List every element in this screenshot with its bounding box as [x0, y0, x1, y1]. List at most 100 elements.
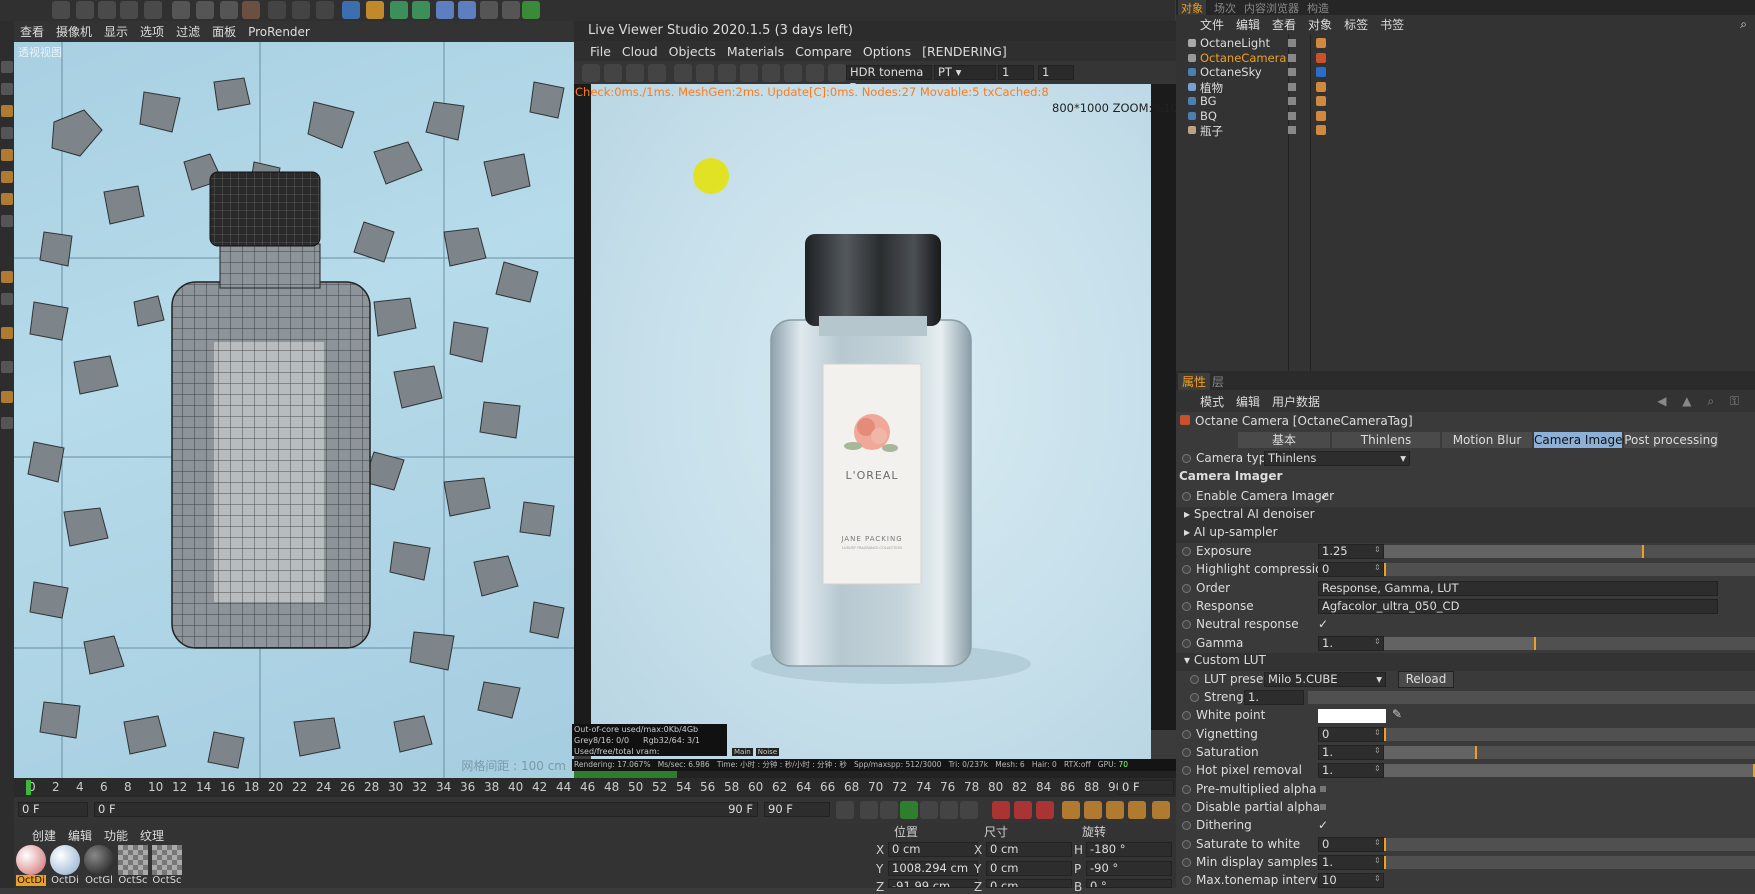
goto-end-icon[interactable] [960, 801, 978, 819]
kernel-select[interactable]: PT ▾ [934, 65, 996, 80]
eyedropper-icon[interactable]: ✎ [1392, 707, 1402, 721]
param-slider[interactable] [1384, 545, 1755, 558]
lv-menu-materials[interactable]: Materials [727, 44, 784, 59]
anim-dot[interactable] [1182, 729, 1191, 739]
visibility-icon[interactable] [1288, 111, 1296, 120]
param-field[interactable]: Response, Gamma, LUT [1318, 580, 1718, 596]
clay-icon[interactable] [828, 64, 846, 82]
make-editable-icon[interactable] [1, 61, 13, 73]
stepper-a[interactable]: 1 [998, 65, 1034, 80]
x-axis-icon[interactable] [172, 1, 190, 19]
stepper-arrows-icon[interactable]: ⇕ [1374, 545, 1381, 554]
auto-key-icon[interactable] [1014, 801, 1032, 819]
key-scale-icon[interactable] [1084, 801, 1102, 819]
anim-dot[interactable] [1182, 583, 1191, 593]
param-checkbox[interactable] [1320, 785, 1326, 792]
strength-slider[interactable] [1308, 691, 1755, 705]
playhead[interactable] [26, 780, 31, 795]
tonemap-select[interactable]: HDR tonema ▾ [846, 65, 932, 92]
anim-dot[interactable] [1182, 821, 1191, 831]
overlay-noise-tab[interactable]: Noise [755, 748, 780, 756]
select-tool-icon[interactable] [52, 1, 70, 19]
material-swatch[interactable]: OctSc [152, 845, 182, 886]
visibility-icon[interactable] [1288, 97, 1296, 105]
nav-arrows-icon[interactable]: ◀ ▲ ⌕ ⚿ [1657, 394, 1755, 409]
render-region-icon[interactable] [268, 1, 286, 19]
film-icon[interactable] [806, 64, 824, 82]
anim-dot[interactable] [1182, 620, 1191, 630]
rot-h-field[interactable]: -180 ° [1086, 842, 1172, 857]
perspective-viewport[interactable]: 透视视图 网格间距 : 100 cm [14, 42, 574, 778]
workplane-icon[interactable] [1, 293, 13, 305]
stepper-arrows-icon[interactable]: ⇕ [1374, 874, 1381, 883]
points-mode-icon[interactable] [1, 149, 13, 161]
z-axis-icon[interactable] [220, 1, 238, 19]
octane-icon[interactable] [522, 1, 540, 19]
lut-preset-select[interactable]: Milo 5.CUBE ▾ [1264, 671, 1386, 687]
region-render-icon[interactable] [674, 64, 692, 82]
send-scene-icon[interactable] [582, 64, 600, 82]
key-rot-icon[interactable] [1106, 801, 1124, 819]
tab-layers[interactable]: 层 [1212, 373, 1224, 390]
strength-field[interactable]: 1. [1244, 690, 1304, 706]
overlay-main-tab[interactable]: Main [732, 748, 753, 756]
camera-icon[interactable] [480, 1, 498, 19]
lv-menu-options[interactable]: Options [863, 44, 911, 59]
generator-icon[interactable] [390, 1, 408, 19]
lock-render-icon[interactable] [718, 64, 736, 82]
param-checkbox[interactable]: ✓ [1318, 818, 1328, 832]
material-swatch[interactable]: OctGl [84, 845, 114, 886]
key-pos-icon[interactable] [1062, 801, 1080, 819]
obj-menu-edit[interactable]: 编辑 [1236, 16, 1260, 33]
lv-menu-compare[interactable]: Compare [795, 44, 852, 59]
obj-menu-object[interactable]: 对象 [1308, 16, 1332, 33]
section-custom-lut[interactable]: ▾ Custom LUT [1176, 652, 1755, 671]
pos-z-field[interactable]: -91.99 cm [888, 879, 978, 888]
stepper-arrows-icon[interactable]: ⇕ [1374, 746, 1381, 755]
channel-icon[interactable] [740, 64, 758, 82]
mat-menu-function[interactable]: 功能 [104, 827, 128, 844]
settings-icon[interactable] [696, 64, 714, 82]
obj-menu-tags[interactable]: 标签 [1344, 16, 1368, 33]
checker-icon[interactable] [1, 127, 13, 139]
viewport-menu-filter[interactable]: 过滤 [176, 23, 200, 40]
record-icon[interactable] [992, 801, 1010, 819]
anim-dot[interactable] [1190, 674, 1199, 684]
tag-icon[interactable] [1316, 38, 1326, 48]
stepper-arrows-icon[interactable]: ⇕ [1374, 637, 1381, 646]
pause-render-icon[interactable] [626, 64, 644, 82]
object-row[interactable]: 瓶子 [1176, 123, 1755, 138]
param-slider[interactable] [1384, 764, 1755, 778]
tag-icon[interactable] [1316, 52, 1326, 63]
goto-start-icon[interactable] [836, 801, 854, 819]
anim-dot[interactable] [1182, 857, 1191, 867]
anim-dot[interactable] [1182, 784, 1191, 794]
param-checkbox[interactable] [1320, 803, 1326, 810]
pick-focus-icon[interactable] [762, 64, 780, 82]
python-icon[interactable] [1, 417, 13, 429]
edges-mode-icon[interactable] [1, 171, 13, 183]
tab-content-browser[interactable]: 内容浏览器 [1244, 0, 1299, 15]
cube-icon[interactable] [342, 1, 360, 19]
stepper-arrows-icon[interactable]: ⇕ [1374, 728, 1381, 737]
lv-menu-objects[interactable]: Objects [669, 44, 716, 59]
material-swatch[interactable]: OctSc [118, 845, 148, 886]
material-swatch[interactable]: OctDi [16, 845, 46, 886]
restart-render-icon[interactable] [604, 64, 622, 82]
soft-select-icon[interactable] [1, 391, 13, 403]
param-field[interactable]: Agfacolor_ultra_050_CD [1318, 598, 1718, 614]
lv-menu-cloud[interactable]: Cloud [622, 44, 658, 59]
attr-menu-edit[interactable]: 编辑 [1236, 393, 1260, 410]
white-point-swatch[interactable] [1318, 709, 1386, 724]
tag-icon[interactable] [1316, 110, 1326, 121]
next-key-icon[interactable] [940, 801, 958, 819]
stepper-arrows-icon[interactable]: ⇕ [1374, 563, 1381, 572]
object-row[interactable]: BQ [1176, 109, 1755, 123]
anim-dot[interactable] [1182, 492, 1191, 501]
end-frame-field[interactable]: 90 F [764, 802, 830, 817]
viewport-menu-camera[interactable]: 摄像机 [56, 23, 92, 40]
anim-dot[interactable] [1182, 876, 1191, 886]
tab-objects[interactable]: 对象 [1178, 0, 1206, 15]
anim-dot[interactable] [1182, 547, 1191, 556]
deformer-icon[interactable] [412, 1, 430, 19]
